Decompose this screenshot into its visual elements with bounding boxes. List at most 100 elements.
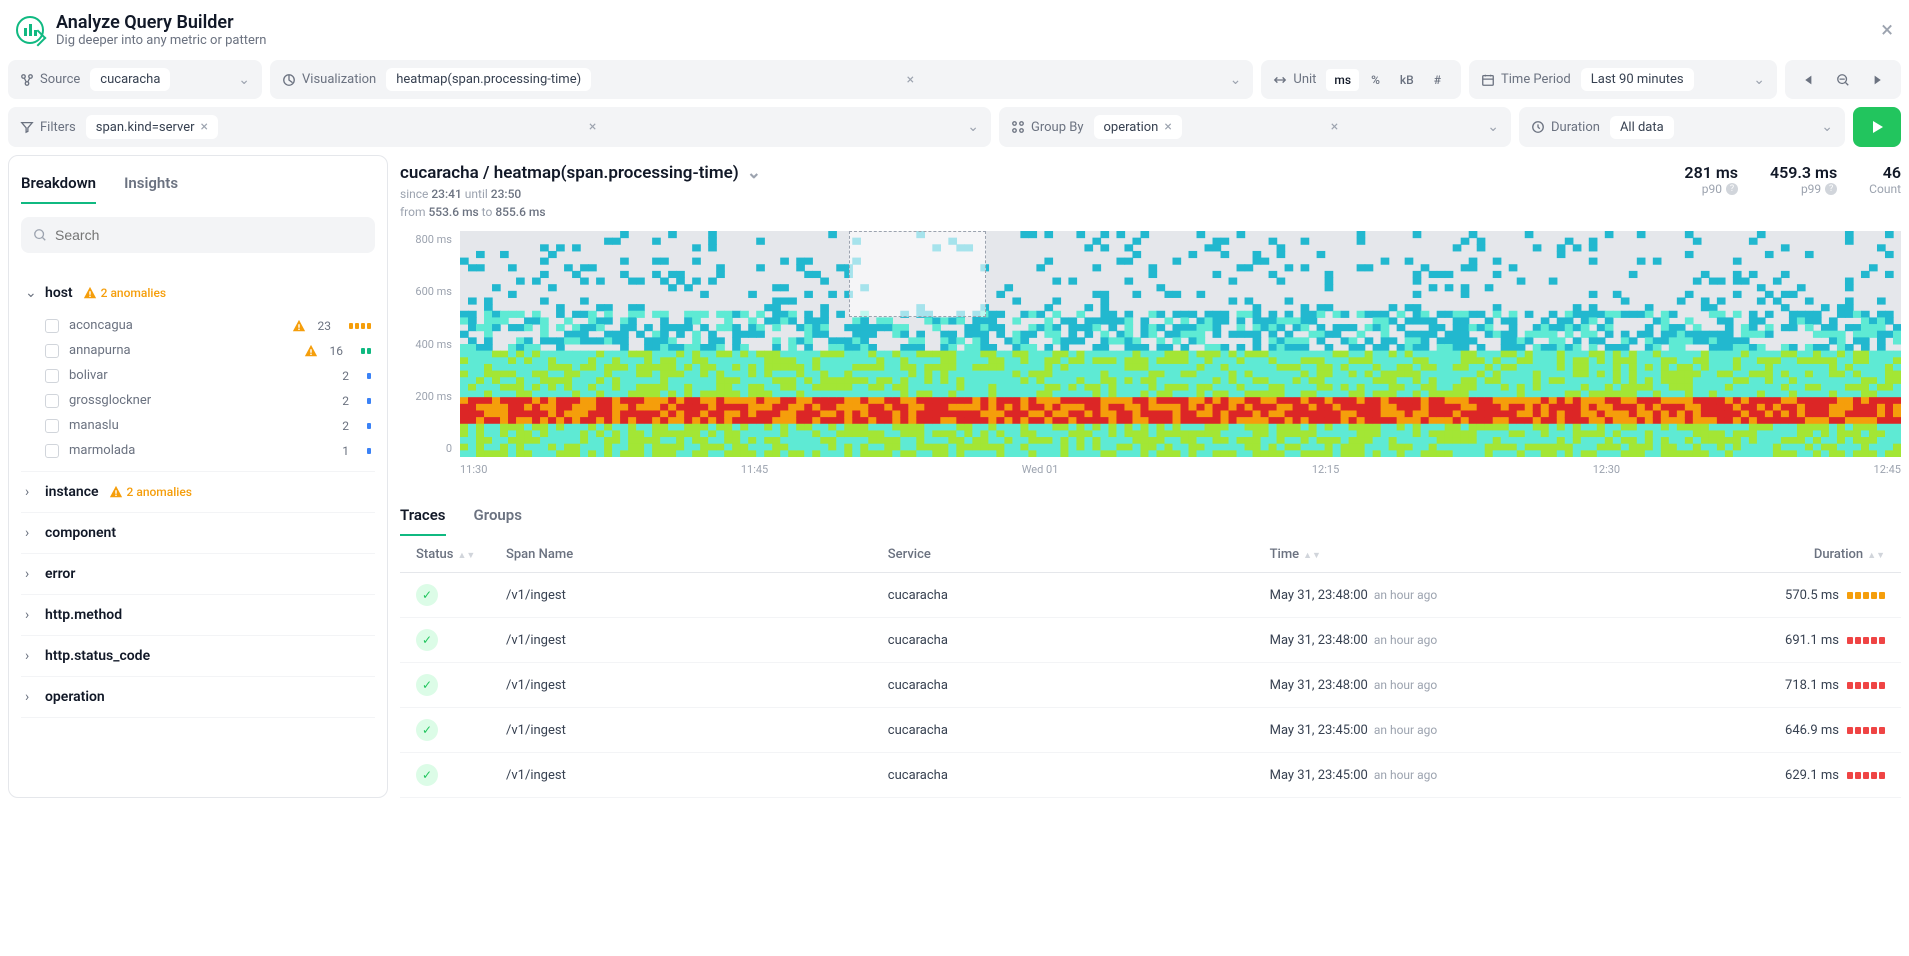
warning-icon: [292, 319, 306, 333]
sparkline: [367, 448, 371, 454]
facet-item[interactable]: marmolada1: [41, 438, 375, 463]
source-chip[interactable]: cucaracha: [90, 68, 170, 91]
facet-item[interactable]: bolivar2: [41, 363, 375, 388]
status-ok-icon: ✓: [416, 629, 438, 651]
time-period-selector[interactable]: Time Period Last 90 minutes ⌄: [1469, 60, 1777, 99]
tab-breakdown[interactable]: Breakdown: [21, 168, 96, 204]
chevron-down-icon[interactable]: ⌄: [1230, 72, 1242, 88]
facet-host[interactable]: ⌄host2 anomalies: [21, 273, 375, 313]
filter-icon: [20, 120, 34, 134]
sort-icon[interactable]: ▲▼: [1303, 551, 1321, 561]
chevron-down-icon[interactable]: ⌄: [1753, 72, 1765, 88]
unit-icon: [1273, 73, 1287, 87]
unit-option-#[interactable]: #: [1426, 69, 1449, 91]
visualization-selector[interactable]: Visualization heatmap(span.processing-ti…: [270, 60, 1253, 99]
zoom-out-icon[interactable]: [1825, 62, 1861, 98]
chevron-right-icon: ›: [25, 607, 35, 623]
col-time[interactable]: Time▲▼: [1270, 547, 1715, 562]
visualization-icon: [282, 73, 296, 87]
chevron-right-icon: ›: [25, 525, 35, 541]
duration-indicator: [1847, 637, 1885, 644]
checkbox[interactable]: [45, 444, 59, 458]
logo-icon: [16, 16, 44, 44]
source-selector[interactable]: Source cucaracha ⌄: [8, 60, 262, 99]
table-row[interactable]: ✓/v1/ingestcucarachaMay 31, 23:48:00an h…: [400, 663, 1901, 708]
tab-groups[interactable]: Groups: [474, 500, 522, 536]
clear-filters-icon[interactable]: ×: [589, 119, 596, 135]
tab-traces[interactable]: Traces: [400, 500, 446, 536]
sparkline: [349, 323, 371, 329]
facet-http.status_code[interactable]: ›http.status_code: [21, 636, 375, 676]
search-input[interactable]: [21, 217, 375, 253]
tab-insights[interactable]: Insights: [124, 168, 178, 204]
warning-icon: [304, 344, 318, 358]
table-row[interactable]: ✓/v1/ingestcucarachaMay 31, 23:45:00an h…: [400, 753, 1901, 798]
groupby-selector[interactable]: Group By operation× × ⌄: [999, 107, 1511, 147]
remove-chip-icon[interactable]: ×: [201, 119, 208, 135]
facet-item[interactable]: annapurna16: [41, 338, 375, 363]
stat-Count: 46Count: [1869, 163, 1901, 196]
time-period-chip[interactable]: Last 90 minutes: [1581, 68, 1694, 91]
close-icon[interactable]: ×: [1881, 18, 1893, 43]
table-row[interactable]: ✓/v1/ingestcucarachaMay 31, 23:48:00an h…: [400, 618, 1901, 663]
calendar-icon: [1481, 73, 1495, 87]
duration-selector[interactable]: Duration All data ⌄: [1519, 107, 1845, 147]
col-service: Service: [888, 547, 1270, 562]
sort-icon[interactable]: ▲▼: [1867, 551, 1885, 561]
checkbox[interactable]: [45, 319, 59, 333]
unit-selector: Unit ms%kB#: [1261, 60, 1461, 99]
col-duration[interactable]: Duration▲▼: [1715, 547, 1885, 562]
facet-operation[interactable]: ›operation: [21, 677, 375, 717]
unit-option-ms[interactable]: ms: [1326, 69, 1359, 91]
sort-icon[interactable]: ▲▼: [457, 551, 475, 561]
help-icon[interactable]: ?: [1825, 183, 1837, 195]
stat-p90: 281 msp90?: [1684, 163, 1738, 196]
groupby-chip[interactable]: operation×: [1094, 115, 1182, 139]
filter-chip[interactable]: span.kind=server×: [86, 115, 218, 139]
run-button[interactable]: [1853, 107, 1901, 147]
duration-chip[interactable]: All data: [1610, 116, 1674, 139]
unit-option-kB[interactable]: kB: [1392, 69, 1422, 91]
skip-forward-icon[interactable]: [1861, 62, 1897, 98]
sparkline: [367, 373, 371, 379]
checkbox[interactable]: [45, 344, 59, 358]
status-ok-icon: ✓: [416, 764, 438, 786]
chart-selection[interactable]: [849, 231, 986, 317]
checkbox[interactable]: [45, 419, 59, 433]
facet-error[interactable]: ›error: [21, 554, 375, 594]
checkbox[interactable]: [45, 369, 59, 383]
filters-selector[interactable]: Filters span.kind=server× × ⌄: [8, 107, 991, 147]
chevron-down-icon[interactable]: ⌄: [1487, 119, 1499, 135]
page-subtitle: Dig deeper into any metric or pattern: [56, 33, 266, 48]
table-row[interactable]: ✓/v1/ingestcucarachaMay 31, 23:48:00an h…: [400, 573, 1901, 618]
unit-option-%[interactable]: %: [1363, 69, 1388, 91]
facet-http.method[interactable]: ›http.method: [21, 595, 375, 635]
clear-viz-icon[interactable]: ×: [907, 72, 914, 88]
facet-item[interactable]: aconcagua23: [41, 313, 375, 338]
chevron-down-icon[interactable]: ⌄: [238, 72, 250, 88]
facet-instance[interactable]: ›instance2 anomalies: [21, 472, 375, 512]
visualization-chip[interactable]: heatmap(span.processing-time): [386, 68, 591, 91]
clear-groupby-icon[interactable]: ×: [1331, 119, 1338, 135]
checkbox[interactable]: [45, 394, 59, 408]
skip-back-icon[interactable]: [1789, 62, 1825, 98]
facet-component[interactable]: ›component: [21, 513, 375, 553]
duration-indicator: [1847, 727, 1885, 734]
chevron-right-icon: ›: [25, 648, 35, 664]
chevron-down-icon[interactable]: ⌄: [967, 119, 979, 135]
time-range-label: since 23:41 until 23:50: [400, 187, 761, 201]
help-icon[interactable]: ?: [1726, 183, 1738, 195]
facet-item[interactable]: manaslu2: [41, 413, 375, 438]
chevron-right-icon: ›: [25, 484, 35, 500]
remove-chip-icon[interactable]: ×: [1164, 119, 1171, 135]
facet-item[interactable]: grossglockner2: [41, 388, 375, 413]
heatmap-chart[interactable]: 11:3011:45Wed 0112:1512:3012:45: [460, 231, 1901, 476]
chevron-down-icon[interactable]: ⌄: [747, 163, 761, 183]
search-icon: [33, 228, 47, 242]
source-icon: [20, 73, 34, 87]
chevron-down-icon[interactable]: ⌄: [1821, 119, 1833, 135]
sparkline: [367, 423, 371, 429]
col-status[interactable]: Status▲▼: [416, 547, 506, 562]
table-row[interactable]: ✓/v1/ingestcucarachaMay 31, 23:45:00an h…: [400, 708, 1901, 753]
nav-controls: [1785, 60, 1901, 99]
